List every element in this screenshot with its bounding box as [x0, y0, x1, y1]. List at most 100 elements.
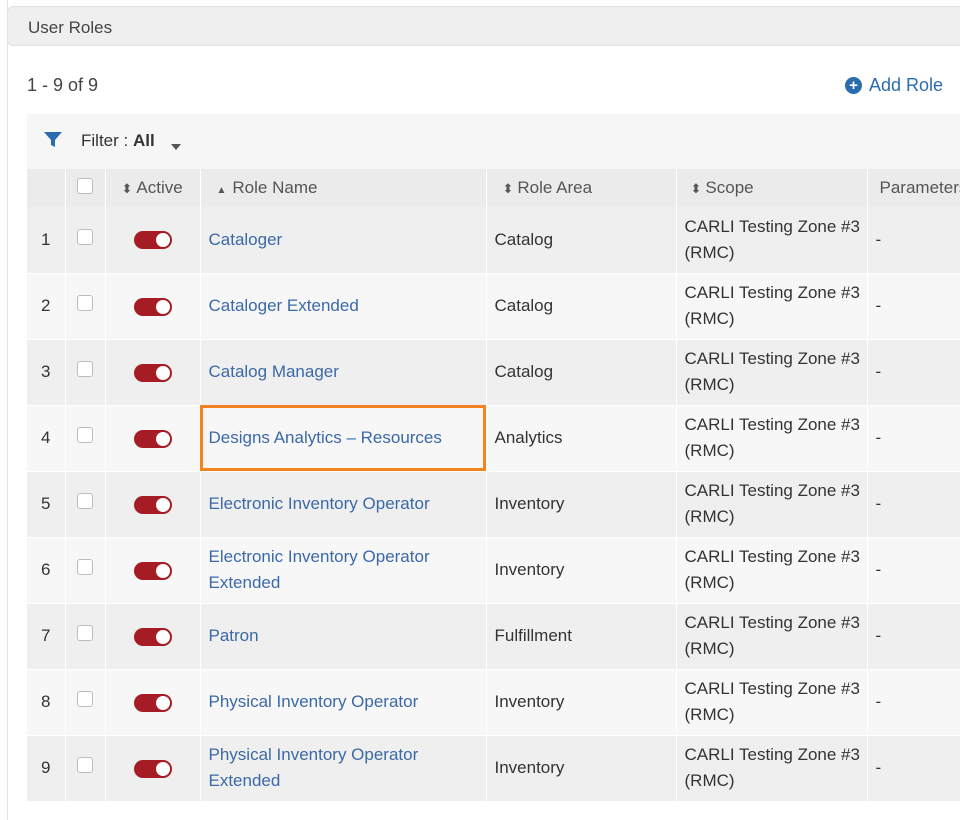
- column-header-scope[interactable]: ⬍ Scope: [675, 169, 867, 207]
- table-row: 2 Cataloger Extended Catalog CARLI Testi…: [27, 273, 960, 339]
- parameters-cell: -: [866, 207, 960, 273]
- role-name-cell: Physical Inventory Operator Extended: [199, 735, 486, 801]
- active-toggle[interactable]: [133, 693, 172, 712]
- role-name-cell: Catalog Manager: [199, 339, 486, 405]
- role-name-link[interactable]: Catalog Manager: [209, 362, 339, 381]
- user-roles-table: ⬍ Active ▲ Role Name ⬍ Role Area ⬍ Scope Par…: [27, 169, 960, 802]
- role-name-link[interactable]: Cataloger: [209, 230, 283, 249]
- column-header-role-name[interactable]: ▲ Role Name: [199, 169, 486, 207]
- toggle-knob: [155, 233, 170, 248]
- select-all-checkbox[interactable]: [77, 177, 93, 194]
- table-row: 1 Cataloger Catalog CARLI Testing Zone #…: [27, 207, 960, 273]
- row-number: 9: [41, 758, 51, 777]
- row-select-cell: [64, 537, 105, 603]
- active-cell: [104, 207, 200, 273]
- role-area-cell: Inventory: [485, 669, 676, 735]
- role-name-link[interactable]: Physical Inventory Operator Extended: [209, 745, 419, 790]
- role-name-cell: Patron: [199, 603, 486, 669]
- role-name-cell: Electronic Inventory Operator Extended: [199, 537, 486, 603]
- parameters-cell: -: [866, 471, 960, 537]
- active-toggle[interactable]: [133, 561, 172, 580]
- row-checkbox[interactable]: [77, 295, 93, 311]
- role-name-cell: Electronic Inventory Operator: [199, 471, 486, 537]
- table-row: 3 Catalog Manager Catalog CARLI Testing …: [27, 339, 960, 405]
- scope-cell: CARLI Testing Zone #3 (RMC): [675, 339, 867, 405]
- row-checkbox[interactable]: [77, 559, 93, 575]
- role-name-link[interactable]: Electronic Inventory Operator: [209, 494, 430, 513]
- scope-cell: CARLI Testing Zone #3 (RMC): [675, 735, 867, 801]
- role-name-link[interactable]: Designs Analytics – Resources: [209, 428, 442, 447]
- filter-dropdown[interactable]: Filter : All: [81, 131, 155, 151]
- plus-circle-icon: +: [845, 77, 862, 94]
- role-name-cell: Cataloger: [199, 207, 486, 273]
- filter-icon[interactable]: [44, 132, 62, 153]
- role-area-cell: Catalog: [485, 339, 676, 405]
- role-name-link[interactable]: Cataloger Extended: [209, 296, 359, 315]
- column-header-parameters[interactable]: Parameters: [866, 169, 960, 207]
- row-select-cell: [64, 603, 105, 669]
- chevron-down-icon[interactable]: [171, 137, 181, 155]
- row-checkbox[interactable]: [77, 427, 93, 443]
- active-cell: [104, 669, 200, 735]
- active-toggle[interactable]: [133, 759, 172, 778]
- toggle-knob: [155, 629, 170, 644]
- row-checkbox[interactable]: [77, 361, 93, 377]
- row-checkbox[interactable]: [77, 757, 93, 773]
- active-cell: [104, 273, 200, 339]
- active-toggle[interactable]: [133, 627, 172, 646]
- sort-ascending-icon: ▲: [216, 185, 227, 196]
- table-row-highlighted: 4 Designs Analytics – Resources Analytic…: [27, 405, 960, 471]
- active-cell: [104, 537, 200, 603]
- section-title: User Roles: [28, 18, 113, 37]
- column-header-active[interactable]: ⬍ Active: [104, 169, 200, 207]
- scope-cell: CARLI Testing Zone #3 (RMC): [675, 273, 867, 339]
- role-name-link[interactable]: Patron: [209, 626, 259, 645]
- parameters-cell: -: [866, 537, 960, 603]
- toggle-knob: [155, 365, 170, 380]
- active-cell: [104, 471, 200, 537]
- row-checkbox[interactable]: [77, 228, 93, 245]
- active-cell: [104, 603, 200, 669]
- column-header-role-area[interactable]: ⬍ Role Area: [485, 169, 676, 207]
- scope-cell: CARLI Testing Zone #3 (RMC): [675, 405, 867, 471]
- table-header-row: ⬍ Active ▲ Role Name ⬍ Role Area ⬍ Scope Par…: [27, 169, 960, 207]
- role-area-cell: Inventory: [485, 537, 676, 603]
- row-select-cell: [64, 669, 105, 735]
- row-number: 4: [41, 428, 51, 447]
- row-select-cell: [64, 207, 105, 273]
- scope-cell: CARLI Testing Zone #3 (RMC): [675, 669, 867, 735]
- toggle-knob: [155, 299, 170, 314]
- row-number: 2: [41, 296, 51, 315]
- row-number: 8: [41, 692, 51, 711]
- active-toggle[interactable]: [133, 231, 172, 250]
- sort-icon: ⬍: [121, 181, 133, 196]
- active-toggle[interactable]: [133, 495, 172, 514]
- row-checkbox[interactable]: [77, 625, 93, 641]
- row-select-cell: [64, 273, 105, 339]
- row-checkbox[interactable]: [77, 691, 93, 707]
- active-toggle[interactable]: [133, 429, 172, 448]
- toggle-knob: [155, 431, 170, 446]
- filter-label: Filter :: [81, 131, 129, 150]
- column-header-select-all: [64, 169, 105, 207]
- row-select-cell: [64, 471, 105, 537]
- role-area-cell: Fulfillment: [485, 603, 676, 669]
- role-area-cell: Analytics: [485, 405, 676, 471]
- add-role-button[interactable]: + Add Role: [845, 75, 943, 96]
- filter-bar: Filter : All: [27, 114, 960, 169]
- active-toggle[interactable]: [133, 363, 172, 382]
- active-toggle[interactable]: [133, 297, 172, 316]
- role-name-link[interactable]: Physical Inventory Operator: [209, 692, 419, 711]
- parameters-cell: -: [866, 735, 960, 801]
- role-area-cell: Catalog: [485, 207, 676, 273]
- role-area-cell: Inventory: [485, 735, 676, 801]
- section-header: User Roles: [7, 6, 960, 46]
- row-checkbox[interactable]: [77, 493, 93, 509]
- sort-icon: ⬍: [690, 181, 702, 196]
- sort-icon: ⬍: [502, 181, 514, 196]
- scope-cell: CARLI Testing Zone #3 (RMC): [675, 207, 867, 273]
- table-row: 7 Patron Fulfillment CARLI Testing Zone …: [27, 603, 960, 669]
- row-number: 1: [41, 229, 51, 249]
- role-name-link[interactable]: Electronic Inventory Operator Extended: [209, 547, 430, 592]
- row-select-cell: [64, 339, 105, 405]
